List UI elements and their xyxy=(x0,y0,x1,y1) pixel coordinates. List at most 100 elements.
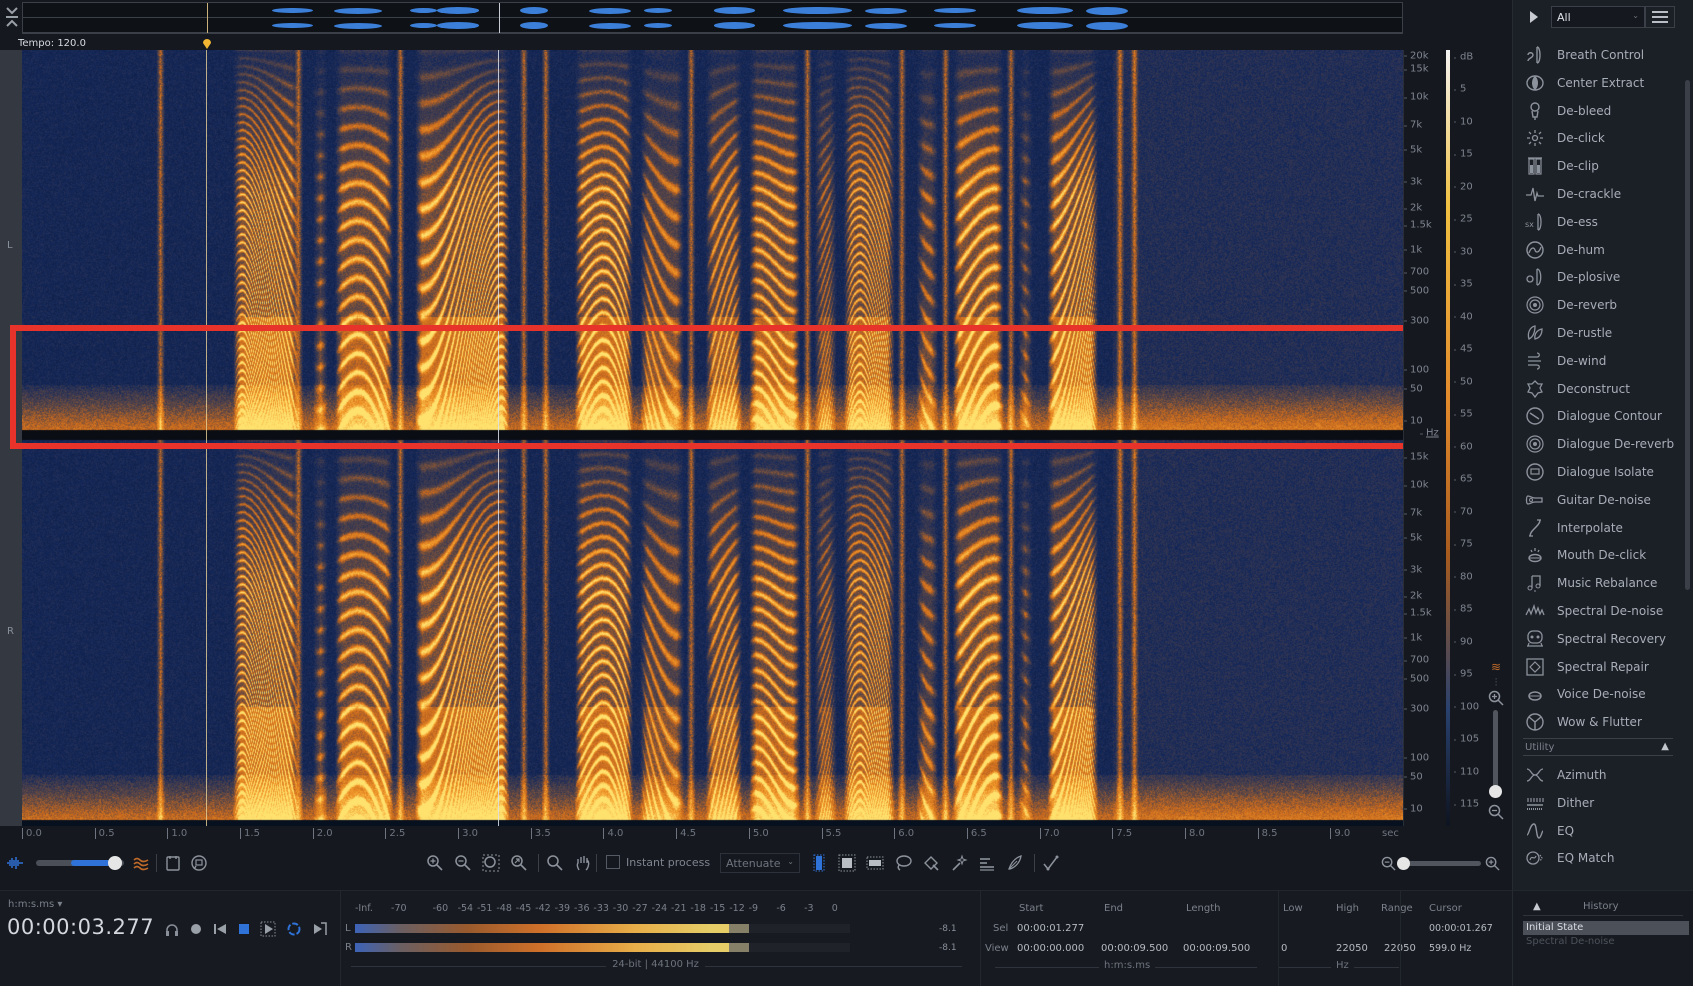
module-item[interactable]: Center Extract xyxy=(1523,70,1683,96)
zoom-in-icon[interactable] xyxy=(424,852,446,874)
history-item[interactable]: Initial State xyxy=(1523,921,1689,935)
vertical-zoom-out-icon[interactable] xyxy=(1488,804,1504,820)
module-item[interactable]: De-rustle xyxy=(1523,320,1683,346)
frequency-axis[interactable]: 20k 15k 10k 7k 5k 3k 2k 1.5k 1k 700 500 300 100 50 10 1… xyxy=(1403,50,1443,826)
module-item[interactable]: Interpolate xyxy=(1523,515,1683,541)
module-item[interactable]: sx De-ess xyxy=(1523,209,1683,235)
view-end-field[interactable]: 00:00:09.500 xyxy=(1101,943,1168,954)
view-high-field[interactable]: 22050 xyxy=(1336,943,1368,954)
module-item[interactable]: Deconstruct xyxy=(1523,376,1683,402)
module-item[interactable]: Dialogue De-reverb xyxy=(1523,431,1683,457)
module-item[interactable]: Wow & Flutter xyxy=(1523,709,1683,735)
module-item[interactable]: De-clip xyxy=(1523,153,1683,179)
waveform-overview[interactable] xyxy=(22,2,1403,34)
module-item[interactable]: De-plosive xyxy=(1523,264,1683,290)
collapse-arrow-icon[interactable]: ▲ xyxy=(1661,741,1669,752)
instant-process-checkbox[interactable] xyxy=(606,855,620,869)
module-item[interactable]: Mouth De-click xyxy=(1523,542,1683,568)
meter-scale-label: -42 xyxy=(535,903,551,914)
interpolate-icon xyxy=(1523,517,1547,539)
history-collapse-icon[interactable]: ▲ xyxy=(1533,901,1541,912)
magnify-icon[interactable] xyxy=(544,852,566,874)
module-item[interactable]: Spectral Recovery xyxy=(1523,626,1683,652)
vertical-zoom-slider[interactable] xyxy=(1493,710,1498,790)
headphones-icon[interactable] xyxy=(162,919,182,939)
channel-label-left[interactable]: L xyxy=(7,240,13,251)
cursor-marker-icon[interactable] xyxy=(202,37,212,49)
toolbar-divider xyxy=(1034,854,1035,872)
time-ruler[interactable]: 0.0 0.5 1.0 1.5 2.0 2.5 3.0 3.5 4.0 4.5 5.0 5.5 6.0 6… xyxy=(22,826,1403,842)
horizontal-zoom-slider[interactable] xyxy=(1401,861,1481,866)
module-item[interactable]: Guitar De-noise xyxy=(1523,487,1683,513)
module-item[interactable]: Voice De-noise xyxy=(1523,681,1683,707)
blend-slider-thumb[interactable] xyxy=(108,856,123,870)
channel-label-right[interactable]: R xyxy=(7,626,14,637)
magic-wand-icon[interactable] xyxy=(948,852,970,874)
lasso-icon[interactable] xyxy=(892,852,914,874)
view-length-field[interactable]: 00:00:09.500 xyxy=(1183,943,1250,954)
instant-process-toggle[interactable]: Instant process xyxy=(606,855,710,869)
play-from-cursor-icon[interactable] xyxy=(310,919,330,939)
horizontal-zoom-in-icon[interactable] xyxy=(1485,856,1500,871)
utility-module-item[interactable]: EQ xyxy=(1523,818,1683,844)
brush-icon[interactable] xyxy=(920,852,942,874)
utility-module-item[interactable]: EQ Match xyxy=(1523,845,1683,871)
utility-module-item[interactable]: Dither xyxy=(1523,790,1683,816)
module-item[interactable]: De-crackle xyxy=(1523,181,1683,207)
module-item[interactable]: Dialogue Contour xyxy=(1523,403,1683,429)
horizontal-zoom-thumb[interactable] xyxy=(1397,857,1410,870)
hand-icon[interactable] xyxy=(572,852,594,874)
zoom-out-icon[interactable] xyxy=(452,852,474,874)
module-item[interactable]: De-bleed xyxy=(1523,98,1683,124)
utility-module-item[interactable]: Azimuth xyxy=(1523,762,1683,788)
loop-icon[interactable] xyxy=(284,919,304,939)
notes-icon[interactable] xyxy=(162,852,184,874)
module-item[interactable]: Dialogue Isolate xyxy=(1523,459,1683,485)
collapse-expand-icon[interactable] xyxy=(2,2,22,32)
vertical-zoom-thumb[interactable] xyxy=(1489,785,1502,798)
waveform-spectrogram-blend-slider[interactable] xyxy=(36,856,124,870)
vertical-zoom-in-icon[interactable] xyxy=(1488,690,1504,706)
rewind-icon[interactable] xyxy=(210,919,230,939)
module-list-scrollbar[interactable] xyxy=(1685,80,1690,590)
time-select-icon[interactable] xyxy=(808,852,830,874)
time-format-select[interactable]: h:m:s.ms ▾ xyxy=(8,899,62,910)
horizontal-zoom-out-icon[interactable] xyxy=(1381,856,1396,871)
view-low-field[interactable]: 0 xyxy=(1281,943,1287,954)
waveform-settings-icon[interactable]: ⫶ xyxy=(1486,676,1506,689)
module-item[interactable]: Music Rebalance xyxy=(1523,570,1683,596)
module-panel: All ⌄ Breath Control Center Extract De-ble… xyxy=(1512,0,1693,890)
play-preview-icon[interactable] xyxy=(1529,10,1539,24)
harmonic-select-icon[interactable] xyxy=(976,852,998,874)
module-item[interactable]: Spectral De-noise xyxy=(1523,598,1683,624)
waveform-spectrogram-blend-icon[interactable] xyxy=(4,852,26,874)
module-item[interactable]: De-reverb xyxy=(1523,292,1683,318)
find-similar-icon[interactable] xyxy=(1004,852,1026,874)
module-item[interactable]: Breath Control xyxy=(1523,42,1683,68)
time-freq-select-icon[interactable] xyxy=(836,852,858,874)
module-filter-select[interactable]: All ⌄ xyxy=(1551,6,1645,28)
instant-process-mode-select[interactable]: Attenuate ⌄ xyxy=(720,853,800,873)
play-selection-icon[interactable] xyxy=(258,919,278,939)
module-item[interactable]: De-wind xyxy=(1523,348,1683,374)
markers-icon[interactable] xyxy=(188,852,210,874)
zoom-selection-icon[interactable] xyxy=(480,852,502,874)
module-item[interactable]: Spectral Repair xyxy=(1523,654,1683,680)
spectrogram-settings-icon[interactable]: ≋ xyxy=(1486,660,1506,674)
module-item[interactable]: De-hum xyxy=(1523,237,1683,263)
record-icon[interactable] xyxy=(186,919,206,939)
tempo-label[interactable]: Tempo: 120.0 xyxy=(18,38,86,49)
stop-icon[interactable] xyxy=(234,919,254,939)
spectrogram-icon[interactable] xyxy=(130,852,152,874)
module-item[interactable]: De-click xyxy=(1523,125,1683,151)
utility-section-header[interactable]: Utility ▲ xyxy=(1523,738,1673,756)
pencil-curve-icon[interactable] xyxy=(1040,852,1062,874)
module-list-menu-button[interactable] xyxy=(1645,6,1675,28)
time-tick-label: 1.0 xyxy=(167,828,187,839)
history-item[interactable]: Spectral De-noise xyxy=(1523,935,1689,949)
freq-select-icon[interactable] xyxy=(864,852,886,874)
view-start-field[interactable]: 00:00:00.000 xyxy=(1017,943,1084,954)
db-tick-label: 40 xyxy=(1454,311,1473,322)
sel-start-field[interactable]: 00:00:01.277 xyxy=(1017,923,1084,934)
zoom-fit-icon[interactable] xyxy=(508,852,530,874)
